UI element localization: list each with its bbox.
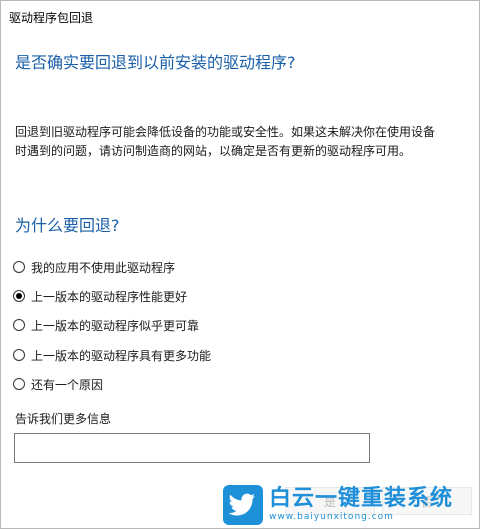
radio-button[interactable]	[13, 378, 25, 390]
reason-option-more-features[interactable]: 上一版本的驱动程序具有更多功能	[13, 346, 211, 364]
reason-option-other[interactable]: 还有一个原因	[13, 375, 103, 393]
watermark-chinese-text: 白云一键重装系统	[269, 486, 454, 511]
bird-icon	[223, 485, 263, 525]
reason-option-better-performance[interactable]: 上一版本的驱动程序性能更好	[13, 287, 187, 305]
radio-button[interactable]	[13, 261, 25, 273]
reason-heading: 为什么要回退?	[15, 216, 120, 235]
rollback-dialog: 驱动程序包回退 是否确实要回退到以前安装的驱动程序? 回退到旧驱动程序可能会降低…	[0, 0, 480, 529]
reason-option-more-reliable[interactable]: 上一版本的驱动程序似乎更可靠	[13, 316, 199, 334]
tell-more-label: 告诉我们更多信息	[15, 412, 112, 426]
watermark-logo: 白云一键重装系统 www.baiyunxitong.com	[223, 483, 473, 527]
radio-button[interactable]	[13, 319, 25, 331]
reason-option-app-not-using[interactable]: 我的应用不使用此驱动程序	[13, 258, 175, 276]
window-title: 驱动程序包回退	[9, 11, 94, 25]
dialog-heading: 是否确实要回退到以前安装的驱动程序?	[15, 53, 296, 72]
tell-more-input[interactable]	[14, 433, 370, 463]
dialog-description: 回退到旧驱动程序可能会降低设备的功能或安全性。如果这未解决你在使用设备时遇到的问…	[15, 125, 436, 158]
reason-option-label: 我的应用不使用此驱动程序	[31, 260, 176, 275]
reason-option-label: 上一版本的驱动程序具有更多功能	[31, 348, 212, 363]
title-bar: 驱动程序包回退	[1, 1, 479, 31]
reason-option-label: 还有一个原因	[31, 377, 104, 392]
reason-option-label: 上一版本的驱动程序性能更好	[31, 289, 188, 304]
watermark-url-text: www.baiyunxitong.com	[269, 512, 394, 522]
radio-button[interactable]	[13, 349, 25, 361]
reason-option-label: 上一版本的驱动程序似乎更可靠	[31, 318, 200, 333]
radio-button-selected[interactable]	[13, 290, 25, 302]
